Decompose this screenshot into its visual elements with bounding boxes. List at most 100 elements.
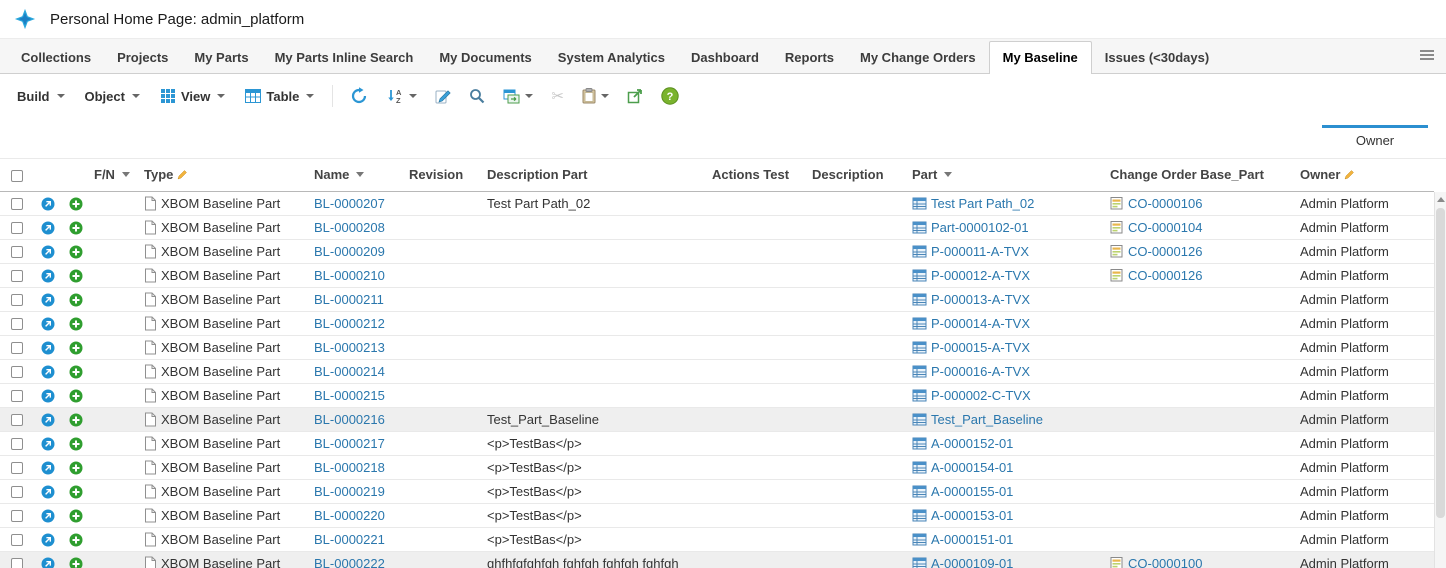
row-checkbox[interactable] — [11, 366, 23, 378]
add-icon[interactable] — [69, 557, 83, 568]
name-link[interactable]: BL-0000210 — [314, 268, 385, 283]
part-link[interactable]: Test_Part_Baseline — [931, 412, 1043, 427]
add-icon[interactable] — [69, 293, 83, 307]
name-link[interactable]: BL-0000214 — [314, 364, 385, 379]
row-checkbox[interactable] — [11, 246, 23, 258]
part-link[interactable]: P-000016-A-TVX — [931, 364, 1030, 379]
add-icon[interactable] — [69, 197, 83, 211]
name-link[interactable]: BL-0000211 — [314, 292, 384, 307]
part-link[interactable]: A-0000151-01 — [931, 532, 1013, 547]
column-header-change-order[interactable]: Change Order Base_Part — [1106, 159, 1296, 191]
column-header-fn[interactable]: F/N — [90, 159, 140, 191]
row-checkbox[interactable] — [11, 414, 23, 426]
quickview-icon[interactable] — [41, 389, 55, 403]
column-header-part[interactable]: Part — [908, 159, 1106, 191]
add-icon[interactable] — [69, 461, 83, 475]
add-icon[interactable] — [69, 413, 83, 427]
name-link[interactable]: BL-0000213 — [314, 340, 385, 355]
add-icon[interactable] — [69, 509, 83, 523]
add-icon[interactable] — [69, 533, 83, 547]
tab-dashboard[interactable]: Dashboard — [678, 42, 772, 73]
quickview-icon[interactable] — [41, 365, 55, 379]
part-link[interactable]: Part-0000102-01 — [931, 220, 1029, 235]
part-link[interactable]: P-000013-A-TVX — [931, 292, 1030, 307]
refresh-button[interactable] — [344, 82, 374, 110]
row-checkbox[interactable] — [11, 222, 23, 234]
part-link[interactable]: Test Part Path_02 — [931, 196, 1034, 211]
quickview-icon[interactable] — [41, 341, 55, 355]
name-link[interactable]: BL-0000218 — [314, 460, 385, 475]
part-link[interactable]: P-000014-A-TVX — [931, 316, 1030, 331]
add-icon[interactable] — [69, 365, 83, 379]
search-button[interactable] — [463, 83, 491, 109]
quickview-icon[interactable] — [41, 437, 55, 451]
paste-dropdown[interactable] — [576, 83, 615, 109]
edit-button[interactable] — [429, 83, 457, 109]
part-link[interactable]: A-0000154-01 — [931, 460, 1013, 475]
name-link[interactable]: BL-0000219 — [314, 484, 385, 499]
part-link[interactable]: P-000012-A-TVX — [931, 268, 1030, 283]
quickview-icon[interactable] — [41, 245, 55, 259]
tab-my-documents[interactable]: My Documents — [426, 42, 544, 73]
change-order-link[interactable]: CO-0000106 — [1128, 196, 1202, 211]
add-icon[interactable] — [69, 485, 83, 499]
add-icon[interactable] — [69, 341, 83, 355]
tab-reports[interactable]: Reports — [772, 42, 847, 73]
quickview-icon[interactable] — [41, 221, 55, 235]
add-icon[interactable] — [69, 317, 83, 331]
row-checkbox[interactable] — [11, 486, 23, 498]
name-link[interactable]: BL-0000215 — [314, 388, 385, 403]
add-icon[interactable] — [69, 245, 83, 259]
quickview-icon[interactable] — [41, 317, 55, 331]
name-link[interactable]: BL-0000209 — [314, 244, 385, 259]
cut-button[interactable]: ✂ — [545, 82, 570, 110]
row-checkbox[interactable] — [11, 510, 23, 522]
vertical-scrollbar[interactable] — [1434, 192, 1446, 568]
select-all-checkbox[interactable] — [11, 170, 23, 182]
table-dropdown[interactable]: Table — [238, 84, 321, 109]
quickview-icon[interactable] — [41, 413, 55, 427]
add-icon[interactable] — [69, 437, 83, 451]
row-checkbox[interactable] — [11, 270, 23, 282]
name-link[interactable]: BL-0000208 — [314, 220, 385, 235]
tab-my-change-orders[interactable]: My Change Orders — [847, 42, 989, 73]
part-link[interactable]: P-000011-A-TVX — [931, 244, 1029, 259]
export-dropdown[interactable] — [497, 84, 539, 109]
column-header-revision[interactable]: Revision — [405, 159, 483, 191]
column-header-owner[interactable]: Owner — [1296, 159, 1434, 191]
row-checkbox[interactable] — [11, 198, 23, 210]
view-dropdown[interactable]: View — [153, 83, 232, 109]
column-header-name[interactable]: Name — [310, 159, 405, 191]
row-checkbox[interactable] — [11, 318, 23, 330]
name-link[interactable]: BL-0000221 — [314, 532, 385, 547]
column-header-actions-test[interactable]: Actions Test — [708, 159, 808, 191]
quickview-icon[interactable] — [41, 269, 55, 283]
part-link[interactable]: A-0000109-01 — [931, 556, 1013, 568]
tab-collections[interactable]: Collections — [8, 42, 104, 73]
tab-my-baseline[interactable]: My Baseline — [989, 41, 1092, 74]
row-checkbox[interactable] — [11, 462, 23, 474]
name-link[interactable]: BL-0000220 — [314, 508, 385, 523]
change-order-link[interactable]: CO-0000126 — [1128, 268, 1202, 283]
name-link[interactable]: BL-0000212 — [314, 316, 385, 331]
scroll-up-button[interactable] — [1435, 192, 1446, 206]
object-dropdown[interactable]: Object — [78, 84, 147, 109]
row-checkbox[interactable] — [11, 294, 23, 306]
quickview-icon[interactable] — [41, 461, 55, 475]
tab-projects[interactable]: Projects — [104, 42, 181, 73]
name-link[interactable]: BL-0000216 — [314, 412, 385, 427]
part-link[interactable]: A-0000152-01 — [931, 436, 1013, 451]
change-order-link[interactable]: CO-0000104 — [1128, 220, 1202, 235]
name-link[interactable]: BL-0000217 — [314, 436, 385, 451]
part-link[interactable]: A-0000155-01 — [931, 484, 1013, 499]
column-header-description-part[interactable]: Description Part — [483, 159, 708, 191]
part-link[interactable]: P-000002-C-TVX — [931, 388, 1031, 403]
row-checkbox[interactable] — [11, 390, 23, 402]
change-order-link[interactable]: CO-0000100 — [1128, 556, 1202, 568]
column-header-description[interactable]: Description — [808, 159, 908, 191]
name-link[interactable]: BL-0000207 — [314, 196, 385, 211]
quickview-icon[interactable] — [41, 557, 55, 568]
help-button[interactable]: ? — [655, 82, 685, 110]
quickview-icon[interactable] — [41, 509, 55, 523]
tab-my-parts-inline-search[interactable]: My Parts Inline Search — [262, 42, 427, 73]
